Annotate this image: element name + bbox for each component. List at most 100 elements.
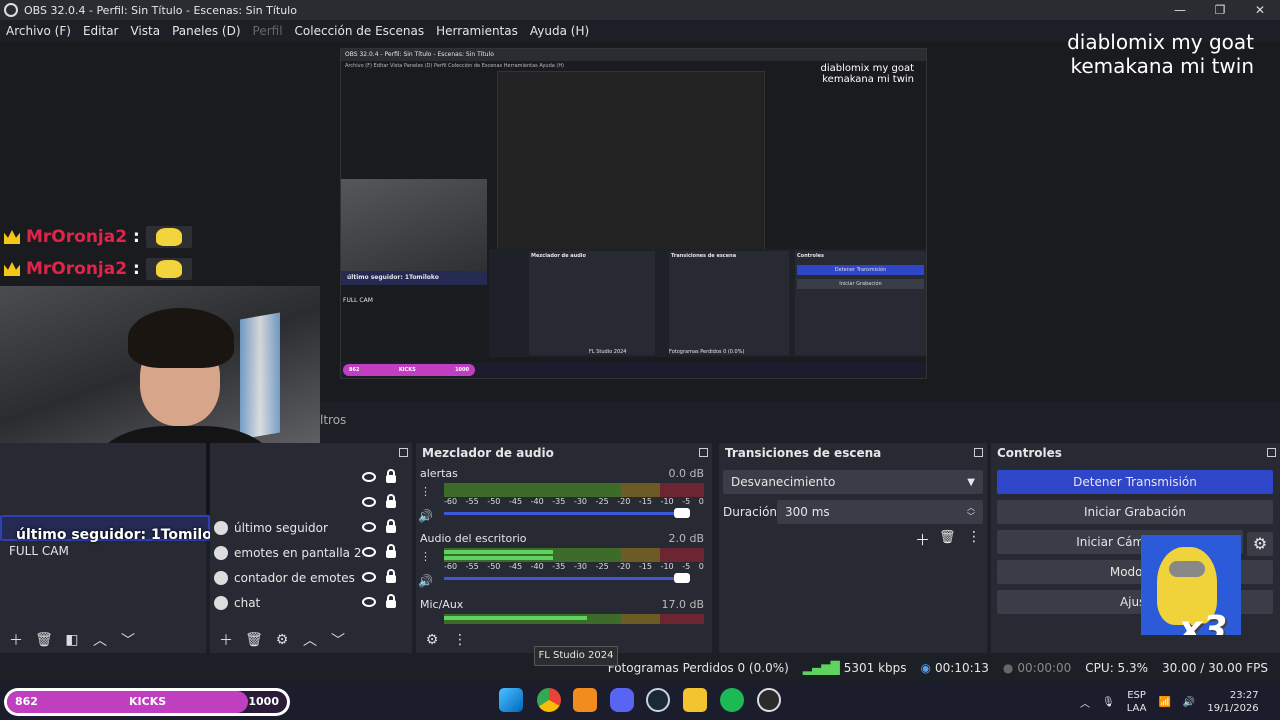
plus-icon[interactable]: ＋ [915,529,930,550]
source-row-contador[interactable]: contador de emotes [214,565,404,590]
eye-icon[interactable] [362,522,376,532]
menu-ayuda[interactable]: Ayuda (H) [524,24,595,38]
wifi-icon[interactable]: 📶 [1158,697,1170,708]
overlay-line-1: diablomix my goat [1067,30,1254,54]
mic-icon[interactable]: 🎙 [1102,697,1115,708]
duration-spinbox[interactable]: 300 ms ︿ ﹀ [777,500,983,524]
transition-select[interactable]: Desvanecimiento ▼ [723,470,983,494]
eye-icon[interactable] [362,597,376,607]
menu-perfil[interactable]: Perfil [247,24,289,38]
kebab-menu-icon[interactable]: ⋮ [450,632,470,648]
filters-tab[interactable]: ltros [320,413,346,427]
plus-icon[interactable]: ＋ [6,630,26,650]
source-row-hidden[interactable] [214,465,404,490]
lock-icon[interactable] [386,544,396,558]
source-row-chat[interactable]: chat [214,590,404,615]
nested-kicks-right: 1000 [455,367,469,373]
clock[interactable]: 23:27 19/1/2026 [1207,689,1258,715]
scale-tick: -15 [638,562,652,571]
controls-header: Controles [991,443,1280,463]
eye-icon[interactable] [362,497,376,507]
source-row-ultimo-seguidor[interactable]: último seguidor [214,515,404,540]
kicks-bar: 862 KICKS 1000 [7,691,287,713]
steam-icon[interactable] [646,688,670,712]
nested-webcam: último seguidor: 1Tomiloko [341,179,487,285]
meter-level [444,616,587,620]
meter-scale: -60 -55 -50 -45 -40 -35 -30 -25 -20 -15 -10 -5 0 [444,497,704,507]
menu-herramientas[interactable]: Herramientas [430,24,524,38]
chevron-down-icon[interactable]: ﹀ [328,630,348,650]
clock-time: 23:27 [1229,690,1259,701]
transitions-header: Transiciones de escena [719,443,987,463]
crown-icon [4,262,20,276]
scene-item-full-cam[interactable]: FULL CAM [4,541,202,561]
trash-icon[interactable]: 🗑 [34,632,54,648]
stream-time: 00:10:13 [935,661,989,675]
chevron-up-icon[interactable]: ︿ [90,630,110,650]
speaker-icon[interactable]: 🔊 [418,509,433,523]
trash-icon[interactable]: 🗑 [939,530,956,545]
speaker-icon[interactable]: 🔊 [1183,697,1195,708]
nested-follower: último seguidor: 1Tomiloko [341,271,487,285]
menu-editar[interactable]: Editar [77,24,125,38]
undock-icon[interactable] [399,448,408,457]
trash-icon[interactable]: 🗑 [244,632,264,648]
chevron-up-icon[interactable]: ︿ [1080,695,1090,710]
chevron-up-icon[interactable]: ︿ [300,630,320,650]
language-indicator[interactable]: ESP LAA [1127,689,1147,715]
eye-icon[interactable] [362,572,376,582]
eye-icon[interactable] [362,547,376,557]
close-button[interactable]: ✕ [1240,0,1280,20]
menu-archivo[interactable]: Archivo (F) [0,24,77,38]
source-row-emotes[interactable]: emotes en pantalla 2 [214,540,404,565]
spin-arrows-icon[interactable]: ︿ ﹀ [967,503,975,521]
chevron-down-icon[interactable]: ﹀ [118,630,138,650]
volume-fader[interactable] [444,507,704,521]
lock-icon[interactable] [386,519,396,533]
start-recording-button[interactable]: Iniciar Grabación [997,500,1273,524]
scale-tick: -5 [682,562,691,571]
discord-icon[interactable] [610,688,634,712]
lock-icon[interactable] [386,594,396,608]
nested-controls-title: Controles [797,253,825,259]
fader-knob[interactable] [674,508,690,518]
kebab-menu-icon[interactable]: ⋮ [967,529,981,545]
scale-tick: -60 [444,497,458,506]
minimize-button[interactable]: — [1160,0,1200,20]
kebab-menu-icon[interactable]: ⋮ [420,485,431,498]
kicks-right-value: 1000 [248,695,279,708]
eye-icon[interactable] [362,472,376,482]
menu-vista[interactable]: Vista [124,24,166,38]
menu-coleccion-escenas[interactable]: Colección de Escenas [289,24,431,38]
windows-start-icon[interactable] [499,688,523,712]
undock-icon[interactable] [1267,448,1276,457]
advanced-audio-icon[interactable]: ⚙ [422,632,442,648]
channel-name: Mic/Aux [420,598,464,611]
undock-icon[interactable] [699,448,708,457]
volume-fader[interactable] [444,572,704,586]
kebab-menu-icon[interactable]: ⋮ [420,550,431,563]
maximize-button[interactable]: ❐ [1200,0,1240,20]
filter-icon[interactable]: ◧ [62,632,82,648]
gear-icon[interactable]: ⚙ [1247,532,1273,556]
stop-stream-button[interactable]: Detener Transmisión [997,470,1273,494]
menu-paneles[interactable]: Paneles (D) [166,24,246,38]
signal-bars-icon: ▂▄▆█ [802,661,840,675]
speaker-icon[interactable]: 🔊 [418,574,433,588]
undock-icon[interactable] [974,448,983,457]
lock-icon[interactable] [386,469,396,483]
source-row-hidden[interactable] [214,490,404,515]
scale-tick: -50 [487,497,501,506]
lock-icon[interactable] [386,494,396,508]
chrome-icon[interactable] [537,688,561,712]
overlay-line-2: kemakana mi twin [1070,54,1254,78]
obs-taskbar-icon[interactable] [757,688,781,712]
fps: 30.00 / 30.00 FPS [1162,661,1268,675]
lock-icon[interactable] [386,569,396,583]
spotify-icon[interactable] [720,688,744,712]
plus-icon[interactable]: ＋ [216,630,236,650]
gear-icon[interactable]: ⚙ [272,632,292,648]
flstudio-icon[interactable] [573,688,597,712]
fader-knob[interactable] [674,573,690,583]
folder-icon[interactable] [683,688,707,712]
